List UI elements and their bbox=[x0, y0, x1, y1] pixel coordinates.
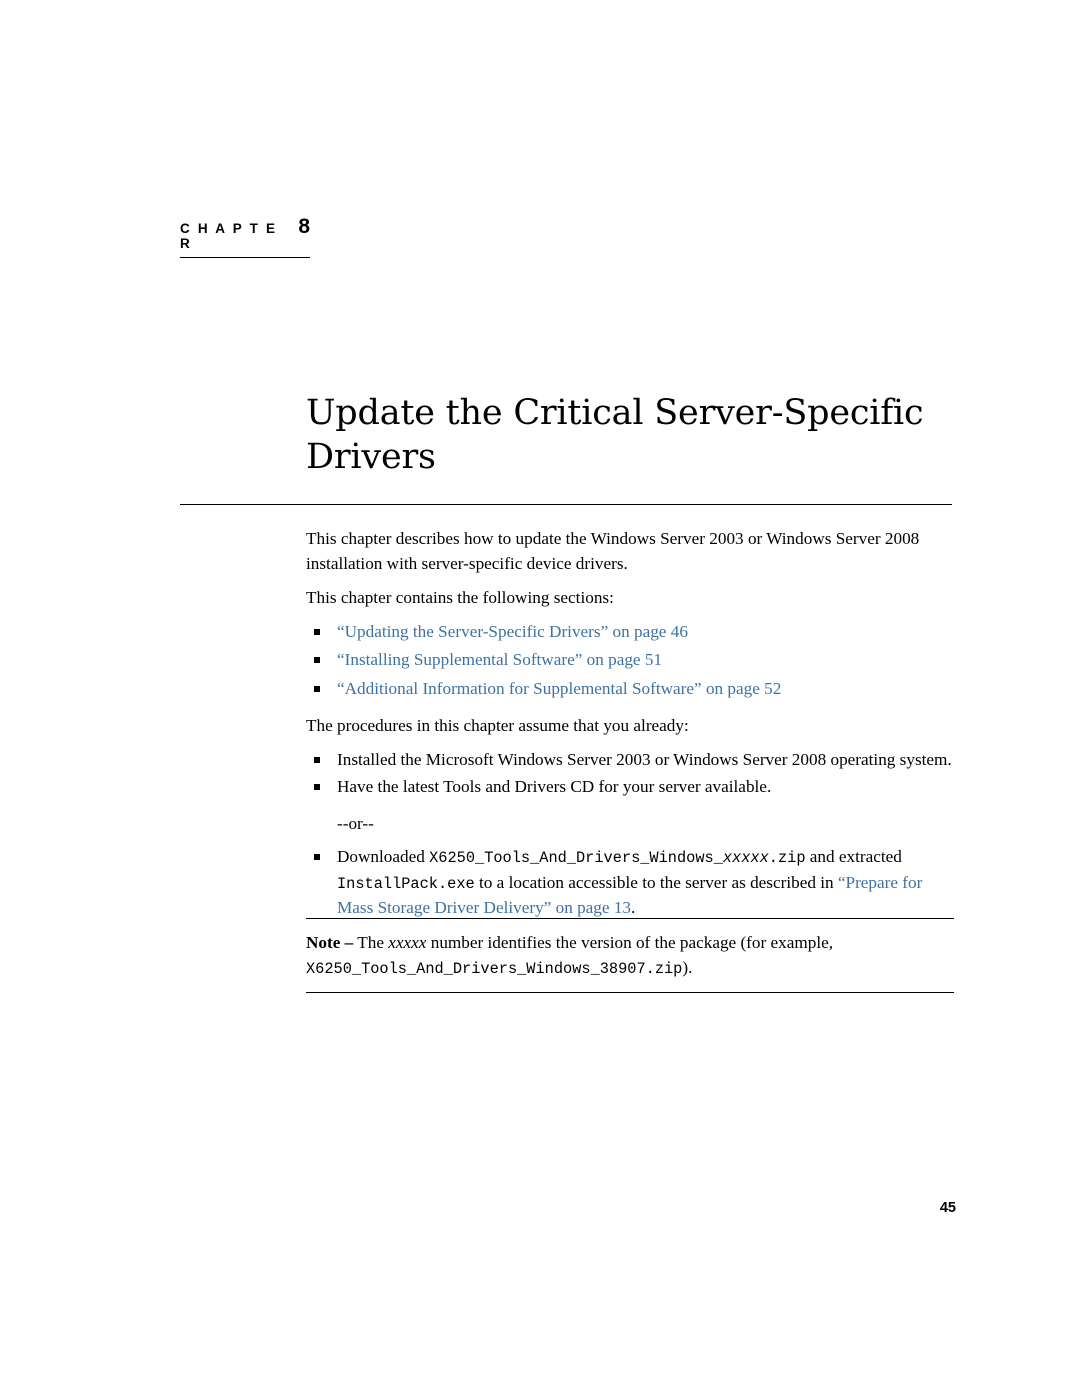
body-content: This chapter describes how to update the… bbox=[306, 527, 954, 924]
section-link-list: “Updating the Server-Specific Drivers” o… bbox=[306, 620, 954, 702]
note-text-before: The bbox=[353, 933, 389, 952]
intro-paragraph-2: This chapter contains the following sect… bbox=[306, 588, 614, 607]
assumptions-lead: The procedures in this chapter assume th… bbox=[306, 716, 689, 735]
chapter-number: 8 bbox=[298, 215, 310, 238]
note-content: Note – The xxxxx number identifies the v… bbox=[306, 919, 954, 992]
list-item[interactable]: “Installing Supplemental Software” on pa… bbox=[306, 648, 954, 673]
bullet-square-icon bbox=[314, 628, 320, 635]
note-box: Note – The xxxxx number identifies the v… bbox=[306, 918, 954, 993]
list-item: Installed the Microsoft Windows Server 2… bbox=[306, 748, 954, 773]
download-end: . bbox=[631, 898, 636, 917]
assumption-text: Have the latest Tools and Drivers CD for… bbox=[337, 777, 772, 796]
chapter-label: C H A P T E R bbox=[180, 221, 278, 251]
bullet-square-icon bbox=[314, 756, 320, 763]
zip-filename-variable: xxxxx bbox=[722, 849, 769, 867]
bullet-square-icon bbox=[314, 685, 320, 692]
note-label: Note – bbox=[306, 933, 354, 952]
note-example-filename: X6250_Tools_And_Drivers_Windows_38907.zi… bbox=[306, 959, 683, 978]
zip-filename: X6250_Tools_And_Drivers_Windows_ bbox=[429, 849, 723, 867]
section-link[interactable]: “Updating the Server-Specific Drivers” o… bbox=[337, 622, 688, 641]
list-item: Have the latest Tools and Drivers CD for… bbox=[306, 775, 954, 800]
page-title: Update the Critical Server-Specific Driv… bbox=[306, 393, 924, 478]
bullet-square-icon bbox=[314, 784, 320, 790]
page-number: 45 bbox=[939, 1200, 956, 1216]
installpack-exe: InstallPack.exe bbox=[337, 874, 475, 893]
section-link[interactable]: “Additional Information for Supplemental… bbox=[337, 679, 781, 698]
note-variable: xxxxx bbox=[388, 933, 427, 952]
document-page: C H A P T E R 8 Update the Critical Serv… bbox=[0, 0, 1080, 1397]
title-divider bbox=[180, 504, 952, 505]
chapter-marker: C H A P T E R 8 bbox=[180, 215, 310, 258]
section-link[interactable]: “Installing Supplemental Software” on pa… bbox=[337, 650, 662, 669]
list-item: Downloaded X6250_Tools_And_Drivers_Windo… bbox=[306, 845, 954, 921]
assumption-text: Installed the Microsoft Windows Server 2… bbox=[337, 749, 952, 769]
download-tail: to a location accessible to the server a… bbox=[474, 872, 838, 892]
download-list: Downloaded X6250_Tools_And_Drivers_Windo… bbox=[306, 845, 954, 921]
note-bottom-divider bbox=[306, 992, 954, 993]
zip-filename-ext: .zip bbox=[768, 849, 806, 867]
bullet-square-icon bbox=[314, 657, 320, 663]
download-middle: and extracted bbox=[805, 847, 902, 866]
assumptions-list: Installed the Microsoft Windows Server 2… bbox=[306, 748, 954, 800]
list-item[interactable]: “Additional Information for Supplemental… bbox=[306, 677, 954, 702]
or-separator: --or-- bbox=[337, 813, 374, 833]
bullet-square-icon bbox=[314, 854, 320, 860]
list-item[interactable]: “Updating the Server-Specific Drivers” o… bbox=[306, 620, 954, 645]
note-end: ). bbox=[682, 957, 693, 977]
note-text-after: number identifies the version of the pac… bbox=[426, 933, 834, 952]
intro-paragraph-1: This chapter describes how to update the… bbox=[306, 529, 920, 573]
download-prefix: Downloaded bbox=[337, 847, 430, 866]
